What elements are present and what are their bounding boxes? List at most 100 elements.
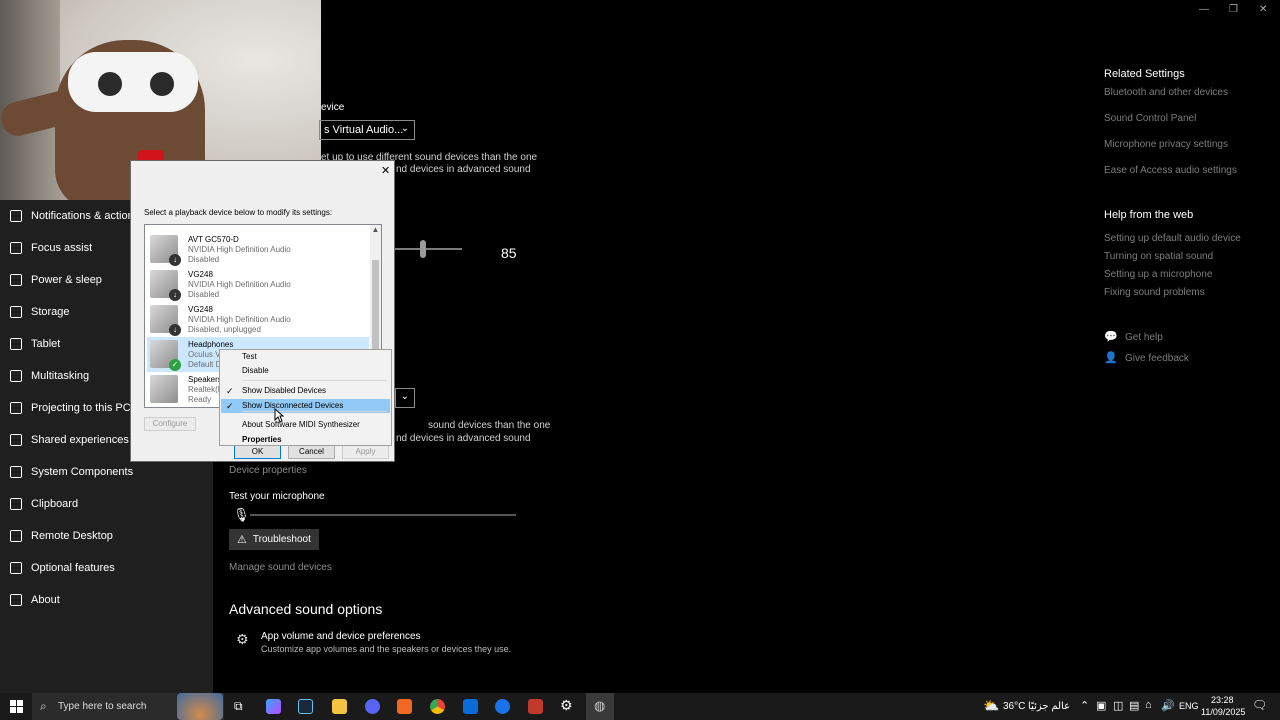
help-link[interactable]: Turning on spatial sound	[1104, 251, 1213, 262]
context-menu-item[interactable]: ✓ Show Disabled Devices	[221, 384, 390, 398]
volume-icon[interactable]: 🔊	[1161, 699, 1175, 712]
notifications-icon	[10, 210, 22, 222]
playback-device-row[interactable]: ↓ VG248 NVIDIA High Definition Audio Disabl…	[147, 267, 369, 302]
context-menu-item[interactable]: Disable	[221, 364, 390, 378]
taskbar: ⌕ Type here to search ⧉ ⚙ ◍ ⛅ 36°C عالم …	[0, 693, 1280, 720]
taskbar-search-box[interactable]: ⌕ Type here to search	[32, 693, 224, 720]
checkmark-icon: ✓	[226, 386, 234, 396]
volume-value: 85	[501, 245, 517, 261]
moon-icon	[10, 242, 22, 254]
configure-button[interactable]: Configure	[144, 417, 196, 431]
sidebar-item[interactable]: Optional features	[0, 552, 213, 584]
related-link[interactable]: Bluetooth and other devices	[1104, 87, 1228, 98]
context-menu-label: About Software MIDI Synthesizer	[242, 420, 360, 429]
sidebar-item[interactable]: About	[0, 584, 213, 616]
manage-devices-link[interactable]: Manage sound devices	[229, 562, 332, 573]
scrollbar-thumb[interactable]	[372, 260, 379, 350]
device-status: Default D	[188, 360, 222, 369]
avast-icon[interactable]	[397, 699, 412, 714]
close-window-button[interactable]: ✕	[1259, 4, 1267, 15]
dialog-close-button[interactable]: ✕	[381, 164, 390, 177]
restore-button[interactable]: ❐	[1229, 4, 1238, 15]
sidebar-item-label: Shared experiences	[31, 434, 129, 446]
projecting-icon	[10, 402, 22, 414]
notifications-icon[interactable]: 🗨	[1252, 698, 1267, 712]
app-volume-desc: Customize app volumes and the speakers o…	[261, 644, 512, 654]
help-link[interactable]: Setting up a microphone	[1104, 269, 1212, 280]
meta-icon[interactable]	[463, 699, 478, 714]
sidebar-item-label: Remote Desktop	[31, 530, 113, 542]
app-volume-title[interactable]: App volume and device preferences	[261, 631, 421, 642]
context-menu-item[interactable]: Properties	[221, 433, 390, 447]
device-status: Disabled	[188, 290, 220, 299]
get-help-icon: 💬	[1104, 331, 1118, 343]
search-placeholder: Type here to search	[58, 701, 147, 712]
active-app-button[interactable]: ◍	[586, 693, 614, 720]
ok-button[interactable]: OK	[234, 445, 281, 459]
browser-icon[interactable]	[495, 699, 510, 714]
task-view-icon[interactable]: ⧉	[234, 699, 243, 714]
file-explorer-icon[interactable]	[332, 699, 347, 714]
related-link[interactable]: Ease of Access audio settings	[1104, 165, 1237, 176]
tray-app-icon[interactable]: ◫	[1113, 699, 1123, 712]
copilot-icon[interactable]	[266, 699, 281, 714]
app-icon[interactable]	[528, 699, 543, 714]
input-device-dropdown[interactable]: ⌄	[395, 388, 415, 408]
tablet-icon	[10, 338, 22, 350]
related-link[interactable]: Microphone privacy settings	[1104, 139, 1228, 150]
clock-time[interactable]: 23:28	[1211, 695, 1234, 705]
playback-device-row[interactable]: ↓ AVT GC570-D NVIDIA High Definition Audio…	[147, 232, 369, 267]
weather-location[interactable]: عالم جزئيًا	[1028, 701, 1070, 712]
output-device-value: s Virtual Audio...	[324, 124, 404, 136]
sidebar-item[interactable]: Clipboard	[0, 488, 213, 520]
device-properties-link[interactable]: Device properties	[229, 465, 307, 476]
weather-icon[interactable]: ⛅	[983, 698, 999, 714]
volume-slider-thumb[interactable]	[420, 240, 427, 258]
playback-device-row[interactable]: ↓ VG248 NVIDIA High Definition Audio Disabl…	[147, 302, 369, 337]
give-feedback-link[interactable]: Give feedback	[1125, 353, 1189, 364]
network-icon[interactable]: ⌂	[1145, 699, 1152, 711]
weather-temp[interactable]: 36°C	[1003, 701, 1025, 712]
get-help-link[interactable]: Get help	[1125, 332, 1163, 343]
storage-icon	[10, 306, 22, 318]
context-menu-item[interactable]: Test	[221, 350, 390, 364]
sidebar-item-label: Notifications & actions	[31, 210, 140, 222]
troubleshoot-button[interactable]: ⚠ Troubleshoot	[229, 529, 319, 550]
scroll-up-icon[interactable]: ▲	[370, 225, 381, 236]
chevron-up-icon[interactable]: ⌃	[1080, 699, 1089, 712]
about-icon	[10, 594, 22, 606]
help-link[interactable]: Setting up default audio device	[1104, 233, 1241, 244]
apply-button[interactable]: Apply	[342, 445, 389, 459]
steam-icon[interactable]	[298, 699, 313, 714]
sidebar-item-label: Storage	[31, 306, 70, 318]
minimize-button[interactable]: —	[1199, 4, 1209, 15]
output-device-dropdown[interactable]: s Virtual Audio... ⌄	[319, 120, 415, 140]
search-icon: ⌕	[40, 699, 47, 713]
settings-gear-icon[interactable]: ⚙	[560, 697, 573, 714]
windows-start-icon[interactable]	[10, 700, 23, 713]
checkmark-icon: ✓	[226, 401, 234, 411]
mouse-cursor-icon	[274, 408, 284, 423]
chrome-icon[interactable]	[430, 699, 445, 714]
microphone-icon: 🎙	[233, 507, 250, 522]
sidebar-item-label: System Components	[31, 466, 134, 478]
sidebar-item[interactable]: Remote Desktop	[0, 520, 213, 552]
tray-app-icon[interactable]: ▤	[1129, 699, 1139, 712]
cancel-button[interactable]: Cancel	[288, 445, 335, 459]
context-menu-label: Show Disabled Devices	[242, 386, 327, 395]
clock-date[interactable]: 11/09/2025	[1201, 707, 1245, 717]
device-status: Disabled	[188, 255, 220, 264]
tray-app-icon[interactable]: ▣	[1096, 699, 1106, 712]
context-menu-item[interactable]: About Software MIDI Synthesizer	[221, 418, 390, 432]
clipboard-icon	[10, 498, 22, 510]
related-link[interactable]: Sound Control Panel	[1104, 113, 1196, 124]
language-indicator[interactable]: ENG	[1179, 701, 1199, 711]
sidebar-item-label: Tablet	[31, 338, 61, 350]
help-link[interactable]: Fixing sound problems	[1104, 287, 1205, 298]
troubleshoot-label: Troubleshoot	[252, 534, 311, 545]
device-driver: NVIDIA High Definition Audio	[188, 245, 291, 254]
volume-slider-track[interactable]	[395, 248, 462, 250]
device-driver: NVIDIA High Definition Audio	[188, 280, 291, 289]
discord-icon[interactable]	[365, 699, 380, 714]
app-volume-icon[interactable]: ⚙	[236, 631, 249, 648]
